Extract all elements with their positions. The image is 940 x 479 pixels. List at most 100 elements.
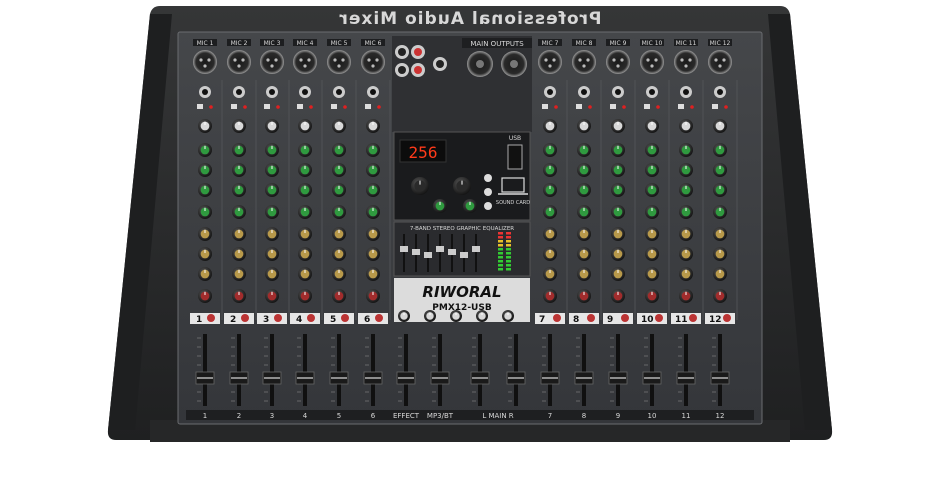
channel-7-knob-3[interactable]: [543, 163, 557, 177]
channel-1-knob-4[interactable]: [198, 183, 212, 197]
channel-2-knob-1[interactable]: [232, 119, 246, 133]
channel-8-knob-1[interactable]: [577, 119, 591, 133]
line-input-jack-4[interactable]: [299, 86, 311, 98]
channel-8-knob-3[interactable]: [577, 163, 591, 177]
phantom-switch[interactable]: [712, 104, 718, 109]
channel-7-knob-1[interactable]: [543, 119, 557, 133]
channel-8-knob-6[interactable]: [577, 227, 591, 241]
mute-button[interactable]: [587, 314, 595, 322]
channel-11-knob-4[interactable]: [679, 183, 693, 197]
channel-2-knob-3[interactable]: [232, 163, 246, 177]
channel-6-knob-4[interactable]: [366, 183, 380, 197]
channel-6-knob-8[interactable]: [366, 267, 380, 281]
rca-jack-4[interactable]: [411, 63, 425, 77]
channel-5-knob-4[interactable]: [332, 183, 346, 197]
channel-7-knob-2[interactable]: [543, 143, 557, 157]
channel-7-knob-7[interactable]: [543, 247, 557, 261]
channel-10-knob-7[interactable]: [645, 247, 659, 261]
channel-1-knob-2[interactable]: [198, 143, 212, 157]
channel-1-knob-9[interactable]: [198, 289, 212, 303]
mute-button[interactable]: [621, 314, 629, 322]
channel-8-knob-4[interactable]: [577, 183, 591, 197]
channel-11-knob-7[interactable]: [679, 247, 693, 261]
channel-11-knob-9[interactable]: [679, 289, 693, 303]
channel-1-knob-8[interactable]: [198, 267, 212, 281]
channel-2-knob-5[interactable]: [232, 205, 246, 219]
fx-knob-2[interactable]: [453, 177, 471, 195]
rca-jack-3[interactable]: [395, 63, 409, 77]
channel-2-knob-7[interactable]: [232, 247, 246, 261]
phantom-switch[interactable]: [610, 104, 616, 109]
main-output-xlr-right[interactable]: [501, 51, 527, 77]
channel-10-knob-2[interactable]: [645, 143, 659, 157]
channel-9-knob-1[interactable]: [611, 119, 625, 133]
master-knob-1[interactable]: [398, 310, 410, 322]
channel-12-knob-1[interactable]: [713, 119, 727, 133]
mute-button[interactable]: [207, 314, 215, 322]
channel-3-knob-5[interactable]: [265, 205, 279, 219]
phantom-switch[interactable]: [678, 104, 684, 109]
fx-button-2[interactable]: [484, 188, 492, 196]
mute-button[interactable]: [307, 314, 315, 322]
channel-10-knob-3[interactable]: [645, 163, 659, 177]
channel-1-knob-5[interactable]: [198, 205, 212, 219]
channel-4-knob-7[interactable]: [298, 247, 312, 261]
mute-button[interactable]: [553, 314, 561, 322]
channel-8-knob-7[interactable]: [577, 247, 591, 261]
fx-button-3[interactable]: [484, 202, 492, 210]
mute-button[interactable]: [655, 314, 663, 322]
channel-6-knob-2[interactable]: [366, 143, 380, 157]
line-input-jack-1[interactable]: [199, 86, 211, 98]
fx-button-1[interactable]: [484, 174, 492, 182]
channel-1-knob-3[interactable]: [198, 163, 212, 177]
channel-2-knob-2[interactable]: [232, 143, 246, 157]
phantom-switch[interactable]: [365, 104, 371, 109]
channel-9-knob-8[interactable]: [611, 267, 625, 281]
channel-10-knob-8[interactable]: [645, 267, 659, 281]
channel-4-knob-2[interactable]: [298, 143, 312, 157]
channel-6-knob-9[interactable]: [366, 289, 380, 303]
phantom-switch[interactable]: [331, 104, 337, 109]
channel-8-knob-9[interactable]: [577, 289, 591, 303]
mute-button[interactable]: [723, 314, 731, 322]
channel-11-knob-1[interactable]: [679, 119, 693, 133]
channel-6-knob-6[interactable]: [366, 227, 380, 241]
channel-5-knob-9[interactable]: [332, 289, 346, 303]
channel-4-knob-3[interactable]: [298, 163, 312, 177]
channel-5-knob-5[interactable]: [332, 205, 346, 219]
channel-6-knob-7[interactable]: [366, 247, 380, 261]
channel-5-knob-7[interactable]: [332, 247, 346, 261]
channel-2-knob-6[interactable]: [232, 227, 246, 241]
channel-11-knob-2[interactable]: [679, 143, 693, 157]
phantom-switch[interactable]: [197, 104, 203, 109]
channel-8-knob-8[interactable]: [577, 267, 591, 281]
mute-button[interactable]: [274, 314, 282, 322]
line-input-jack-9[interactable]: [612, 86, 624, 98]
channel-11-knob-3[interactable]: [679, 163, 693, 177]
channel-3-knob-1[interactable]: [265, 119, 279, 133]
line-input-jack-12[interactable]: [714, 86, 726, 98]
line-input-jack-8[interactable]: [578, 86, 590, 98]
channel-1-knob-1[interactable]: [198, 119, 212, 133]
channel-12-knob-8[interactable]: [713, 267, 727, 281]
channel-5-knob-8[interactable]: [332, 267, 346, 281]
line-input-jack-5[interactable]: [333, 86, 345, 98]
channel-5-knob-6[interactable]: [332, 227, 346, 241]
channel-7-knob-4[interactable]: [543, 183, 557, 197]
channel-4-knob-9[interactable]: [298, 289, 312, 303]
line-input-jack-3[interactable]: [266, 86, 278, 98]
phantom-switch[interactable]: [297, 104, 303, 109]
channel-2-knob-9[interactable]: [232, 289, 246, 303]
line-input-jack-6[interactable]: [367, 86, 379, 98]
line-input-jack-2[interactable]: [233, 86, 245, 98]
channel-1-knob-7[interactable]: [198, 247, 212, 261]
channel-2-knob-8[interactable]: [232, 267, 246, 281]
channel-3-knob-6[interactable]: [265, 227, 279, 241]
channel-10-knob-5[interactable]: [645, 205, 659, 219]
mute-button[interactable]: [689, 314, 697, 322]
phantom-switch[interactable]: [264, 104, 270, 109]
fx-knob-3[interactable]: [433, 199, 447, 213]
channel-12-knob-3[interactable]: [713, 163, 727, 177]
mute-button[interactable]: [375, 314, 383, 322]
channel-9-knob-4[interactable]: [611, 183, 625, 197]
